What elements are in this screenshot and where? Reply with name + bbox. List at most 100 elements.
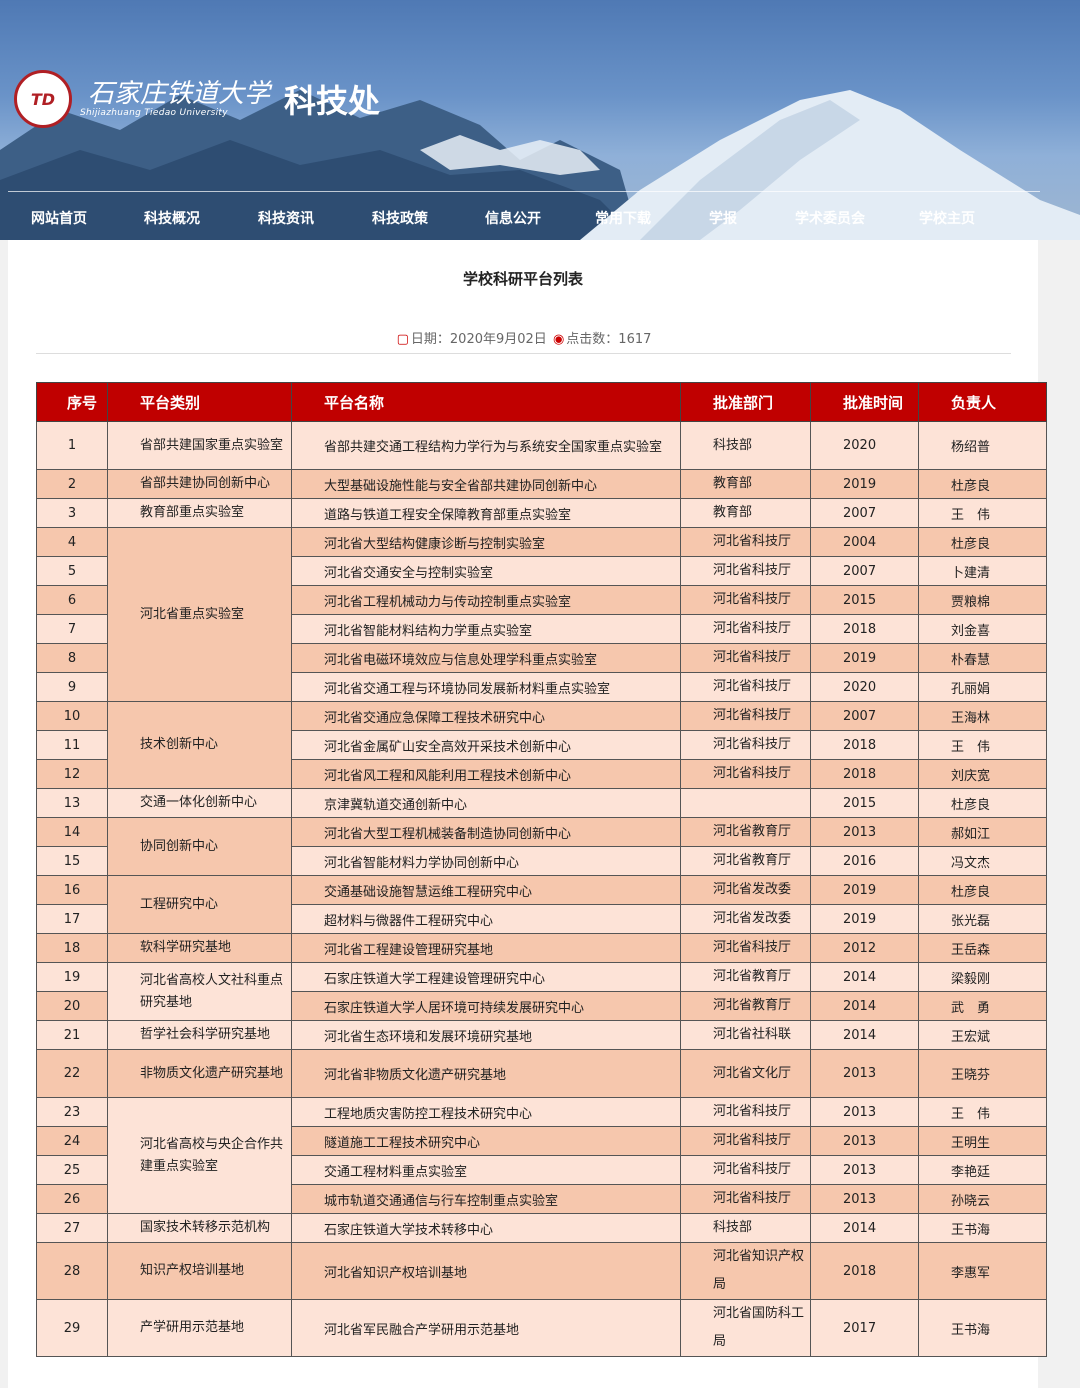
cell-person: 李惠军 xyxy=(918,1242,1047,1300)
nav-item-overview[interactable]: 科技概况 xyxy=(144,208,200,228)
cell-category: 省部共建国家重点实验室 xyxy=(107,421,292,470)
cell-approval-dept: 河北省发改委 xyxy=(680,875,811,905)
cell-person: 王书海 xyxy=(918,1299,1047,1357)
cell-person: 张光磊 xyxy=(918,904,1047,934)
cell-index: 16 xyxy=(36,875,108,905)
cell-person: 杜彦良 xyxy=(918,788,1047,818)
cell-approval-dept: 河北省科技厅 xyxy=(680,701,811,731)
cell-index: 9 xyxy=(36,672,108,702)
cell-index: 19 xyxy=(36,962,108,992)
nav-item-academic-committee[interactable]: 学术委员会 xyxy=(795,208,865,228)
cell-platform-name: 河北省交通工程与环境协同发展新材料重点实验室 xyxy=(291,672,681,702)
table-header-row: 序号 平台类别 平台名称 批准部门 批准时间 负责人 xyxy=(36,382,1047,422)
cell-person: 杜彦良 xyxy=(918,469,1047,499)
cell-platform-name: 省部共建交通工程结构力学行为与系统安全国家重点实验室 xyxy=(291,421,681,470)
cell-approval-dept: 河北省教育厅 xyxy=(680,962,811,992)
cell-approval-dept: 河北省科技厅 xyxy=(680,585,811,615)
header-banner: TD 石家庄铁道大学 Shijiazhuang Tiedao Universit… xyxy=(0,0,1080,240)
university-logo[interactable]: TD 石家庄铁道大学 Shijiazhuang Tiedao Universit… xyxy=(14,70,380,128)
cell-approval-dept: 河北省科技厅 xyxy=(680,527,811,557)
cell-approval-year: 2014 xyxy=(810,1020,919,1050)
article-views: 点击数：1617 xyxy=(566,332,652,347)
cell-approval-dept: 河北省科技厅 xyxy=(680,1184,811,1214)
cell-approval-year: 2012 xyxy=(810,933,919,963)
col-header-index: 序号 xyxy=(36,382,108,422)
cell-approval-year: 2018 xyxy=(810,730,919,760)
cell-category: 河北省重点实验室 xyxy=(107,527,292,702)
cell-platform-name: 交通工程材料重点实验室 xyxy=(291,1155,681,1185)
cell-approval-dept: 科技部 xyxy=(680,1213,811,1243)
cell-approval-year: 2020 xyxy=(810,672,919,702)
table-row: 28 知识产权培训基地 河北省知识产权培训基地 河北省知识产权局 2018 李惠军 xyxy=(36,1242,1047,1300)
cell-approval-dept: 河北省教育厅 xyxy=(680,817,811,847)
cell-index: 6 xyxy=(36,585,108,615)
cell-approval-dept: 河北省科技厅 xyxy=(680,672,811,702)
nav-item-policy[interactable]: 科技政策 xyxy=(372,208,428,228)
cell-category: 哲学社会科学研究基地 xyxy=(107,1020,292,1050)
cell-index: 2 xyxy=(36,469,108,499)
nav-item-downloads[interactable]: 常用下载 xyxy=(595,208,651,228)
cell-platform-name: 河北省军民融合产学研用示范基地 xyxy=(291,1299,681,1357)
col-header-category: 平台类别 xyxy=(107,382,292,422)
nav-item-disclosure[interactable]: 信息公开 xyxy=(485,208,541,228)
nav-item-university-home[interactable]: 学校主页 xyxy=(919,208,975,228)
cell-category: 软科学研究基地 xyxy=(107,933,292,963)
cell-index: 12 xyxy=(36,759,108,789)
cell-index: 28 xyxy=(36,1242,108,1300)
divider xyxy=(36,353,1011,354)
cell-index: 17 xyxy=(36,904,108,934)
cell-approval-dept: 教育部 xyxy=(680,498,811,528)
cell-approval-year: 2016 xyxy=(810,846,919,876)
nav-item-news[interactable]: 科技资讯 xyxy=(258,208,314,228)
table-row: 2 省部共建协同创新中心 大型基础设施性能与安全省部共建协同创新中心 教育部 2019 杜… xyxy=(36,469,1047,499)
cell-platform-name: 石家庄铁道大学人居环境可持续发展研究中心 xyxy=(291,991,681,1021)
cell-platform-name: 河北省大型工程机械装备制造协同创新中心 xyxy=(291,817,681,847)
cell-person: 王海林 xyxy=(918,701,1047,731)
cell-approval-year: 2007 xyxy=(810,701,919,731)
cell-approval-year: 2013 xyxy=(810,1049,919,1098)
cell-person: 郝如江 xyxy=(918,817,1047,847)
cell-approval-dept: 河北省国防科工局 xyxy=(680,1299,811,1357)
nav-item-home[interactable]: 网站首页 xyxy=(31,208,87,228)
cell-person: 刘金喜 xyxy=(918,614,1047,644)
cell-person: 朴春慧 xyxy=(918,643,1047,673)
cell-person: 王宏斌 xyxy=(918,1020,1047,1050)
cell-approval-dept: 河北省科技厅 xyxy=(680,933,811,963)
table-row: 18 软科学研究基地 河北省工程建设管理研究基地 河北省科技厅 2012 王岳森 xyxy=(36,933,1047,963)
cell-approval-dept: 河北省科技厅 xyxy=(680,730,811,760)
cell-approval-year: 2019 xyxy=(810,643,919,673)
cell-index: 15 xyxy=(36,846,108,876)
cell-index: 29 xyxy=(36,1299,108,1357)
table-body: 1 省部共建国家重点实验室 省部共建交通工程结构力学行为与系统安全国家重点实验室 科技… xyxy=(36,421,1047,1357)
cell-approval-dept: 河北省科技厅 xyxy=(680,614,811,644)
cell-index: 20 xyxy=(36,991,108,1021)
col-header-dept: 批准部门 xyxy=(680,382,811,422)
cell-approval-year: 2013 xyxy=(810,1126,919,1156)
cell-platform-name: 河北省电磁环境效应与信息处理学科重点实验室 xyxy=(291,643,681,673)
cell-approval-dept: 河北省科技厅 xyxy=(680,1155,811,1185)
cell-approval-year: 2004 xyxy=(810,527,919,557)
cell-approval-year: 2013 xyxy=(810,1155,919,1185)
cell-person: 冯文杰 xyxy=(918,846,1047,876)
table-row: 14 协同创新中心 河北省大型工程机械装备制造协同创新中心 河北省教育厅 2013 郝如江 xyxy=(36,817,1047,876)
table-row: 10 技术创新中心 河北省交通应急保障工程技术研究中心 河北省科技厅 2007 王海林 xyxy=(36,701,1047,789)
cell-approval-year: 2014 xyxy=(810,991,919,1021)
cell-category: 教育部重点实验室 xyxy=(107,498,292,528)
table-row: 1 省部共建国家重点实验室 省部共建交通工程结构力学行为与系统安全国家重点实验室 科技… xyxy=(36,421,1047,470)
department-name: 科技处 xyxy=(284,82,381,120)
nav-item-journal[interactable]: 学报 xyxy=(709,208,737,228)
article-meta: ▢ 日期：2020年9月02日 ◉ 点击数：1617 xyxy=(8,328,1038,347)
cell-approval-year: 2018 xyxy=(810,759,919,789)
cell-index: 27 xyxy=(36,1213,108,1243)
cell-person: 武 勇 xyxy=(918,991,1047,1021)
nav-divider xyxy=(8,191,1040,192)
cell-approval-year: 2007 xyxy=(810,556,919,586)
cell-platform-name: 道路与铁道工程安全保障教育部重点实验室 xyxy=(291,498,681,528)
cell-index: 7 xyxy=(36,614,108,644)
cell-person: 卜建清 xyxy=(918,556,1047,586)
cell-person: 王晓芬 xyxy=(918,1049,1047,1098)
cell-platform-name: 隧道施工工程技术研究中心 xyxy=(291,1126,681,1156)
cell-platform-name: 河北省工程机械动力与传动控制重点实验室 xyxy=(291,585,681,615)
cell-platform-name: 石家庄铁道大学工程建设管理研究中心 xyxy=(291,962,681,992)
cell-platform-name: 河北省智能材料结构力学重点实验室 xyxy=(291,614,681,644)
